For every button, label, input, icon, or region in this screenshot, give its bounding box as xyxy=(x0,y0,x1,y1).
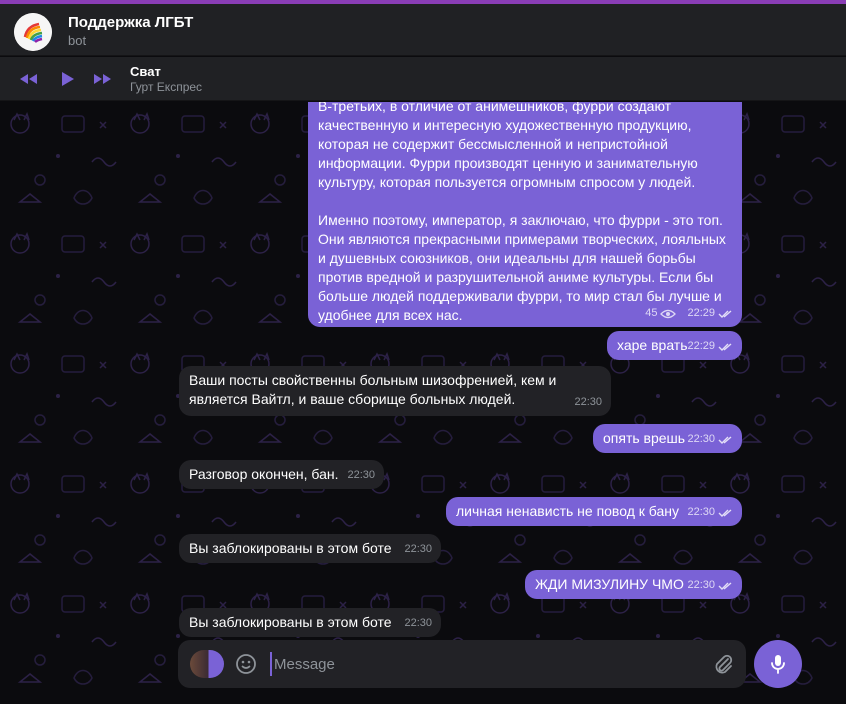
message-time: 22:29 xyxy=(687,307,715,319)
microphone-icon xyxy=(771,655,785,674)
rewind-icon[interactable] xyxy=(17,67,41,91)
message-text: В-третьих, в отличие от анимешников, фур… xyxy=(318,102,698,190)
chat-header[interactable]: Поддержка ЛГБТ bot xyxy=(0,4,846,56)
message-text: Вы заблокированы в этом боте xyxy=(189,540,392,556)
message-time: 22:30 xyxy=(687,433,715,445)
message-composer xyxy=(178,640,746,688)
message-time: 22:30 xyxy=(574,396,602,408)
double-check-icon xyxy=(718,435,732,444)
message-text: личная ненависть не повод к бану xyxy=(456,503,679,519)
microphone-button[interactable] xyxy=(754,640,802,688)
message-meta: 22:30 xyxy=(687,503,733,522)
message-text: Разговор окончен, бан. xyxy=(189,466,339,482)
double-check-icon xyxy=(718,309,732,318)
message-bubble-outgoing[interactable]: личная ненависть не повод к бану 22:30 xyxy=(446,497,742,526)
message-bubble-outgoing[interactable]: В-третьих, в отличие от анимешников, фур… xyxy=(308,102,742,327)
play-icon[interactable] xyxy=(55,67,79,91)
double-check-icon xyxy=(718,581,732,590)
message-bubble-incoming[interactable]: Разговор окончен, бан. 22:30 xyxy=(179,460,384,489)
message-time: 22:29 xyxy=(687,340,715,352)
message-time: 22:30 xyxy=(404,617,432,629)
bot-avatar[interactable] xyxy=(14,13,52,51)
track-title[interactable]: Сват xyxy=(130,64,161,79)
message-text: Ваши посты свойственны больным шизофрени… xyxy=(189,372,557,407)
message-bubble-incoming[interactable]: Вы заблокированы в этом боте 22:30 xyxy=(179,534,441,563)
rainbow-logo-icon xyxy=(14,13,52,51)
message-meta: 22:30 xyxy=(574,393,602,412)
track-artist: Гурт Експрес xyxy=(130,80,203,94)
message-bubble-incoming[interactable]: Вы заблокированы в этом боте 22:30 xyxy=(179,608,441,637)
message-meta: 22:30 xyxy=(347,466,375,485)
message-text: опять врешь xyxy=(603,430,686,446)
message-bubble-incoming[interactable]: Ваши посты свойственны больным шизофрени… xyxy=(179,366,611,416)
paperclip-icon[interactable] xyxy=(711,652,735,676)
fast-forward-icon[interactable] xyxy=(90,67,114,91)
message-input[interactable] xyxy=(270,652,700,676)
music-player-bar: Сват Гурт Експрес xyxy=(0,57,846,101)
double-check-icon xyxy=(718,342,732,351)
message-time: 22:30 xyxy=(404,543,432,555)
message-time: 22:30 xyxy=(687,579,715,591)
message-meta: 22:30 xyxy=(404,614,432,633)
double-check-icon xyxy=(718,508,732,517)
chat-subtitle: bot xyxy=(68,33,87,48)
message-meta: 22:29 xyxy=(687,337,733,356)
message-bubble-outgoing[interactable]: опять врешь 22:30 xyxy=(593,424,742,453)
message-meta: 45 22:29 xyxy=(645,304,733,323)
send-as-avatar[interactable] xyxy=(190,650,224,678)
message-text: ЖДИ МИЗУЛИНУ ЧМО xyxy=(535,576,684,592)
message-time: 22:30 xyxy=(687,506,715,518)
message-meta: 22:30 xyxy=(687,576,733,595)
smile-icon[interactable] xyxy=(235,653,257,675)
message-text: харе врать xyxy=(617,337,688,353)
chat-title: Поддержка ЛГБТ xyxy=(68,14,194,31)
message-text: Вы заблокированы в этом боте xyxy=(189,614,392,630)
message-bubble-outgoing[interactable]: харе врать 22:29 xyxy=(607,331,742,360)
view-count: 45 xyxy=(645,307,658,319)
message-time: 22:30 xyxy=(347,469,375,481)
message-meta: 22:30 xyxy=(687,430,733,449)
message-bubble-outgoing[interactable]: ЖДИ МИЗУЛИНУ ЧМО 22:30 xyxy=(525,570,742,599)
eye-icon xyxy=(660,309,677,318)
message-meta: 22:30 xyxy=(404,540,432,559)
message-list[interactable]: В-третьих, в отличие от анимешников, фур… xyxy=(0,102,846,704)
